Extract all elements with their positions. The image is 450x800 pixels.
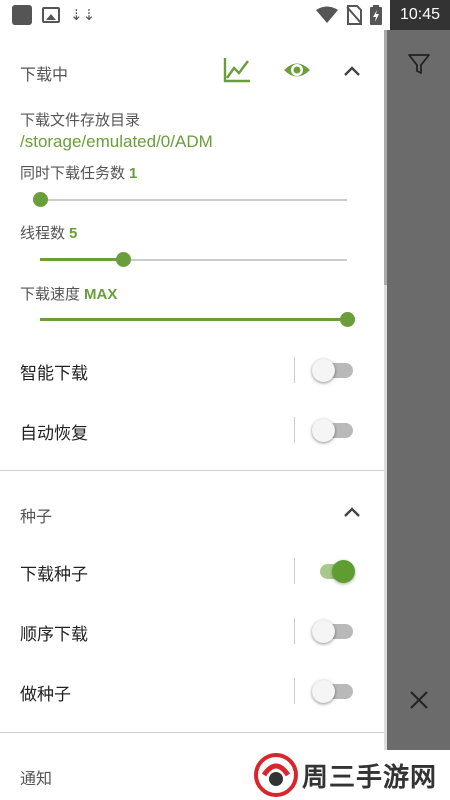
section-title-notify: 通知: [20, 771, 53, 788]
slider-fill: [40, 318, 347, 321]
chart-icon[interactable]: [223, 56, 251, 84]
seed-row[interactable]: 做种子: [0, 672, 384, 712]
folder-path[interactable]: /storage/emulated/0/ADM: [20, 132, 213, 152]
row-separator: [294, 558, 295, 584]
download-torrent-label: 下载种子: [20, 565, 88, 584]
battery-icon: [369, 5, 382, 25]
image-icon: [42, 7, 60, 23]
slider-thumb[interactable]: [115, 252, 131, 267]
toggle-knob: [312, 620, 335, 643]
clock: 10:45: [389, 0, 450, 30]
sequential-download-row[interactable]: 顺序下载: [0, 612, 384, 652]
auto-resume-label: 自动恢复: [20, 424, 88, 443]
settings-drawer: 下载中 下载文件存放目录 /storage/emulated/0/ADM 同时下…: [0, 30, 384, 800]
slider-rail: [40, 199, 347, 201]
section-title-downloading: 下载中: [20, 67, 69, 84]
tasks-label: 同时下载任务数 1: [20, 162, 137, 183]
folder-label: 下载文件存放目录: [20, 112, 141, 129]
row-separator: [294, 357, 295, 383]
close-icon[interactable]: [407, 688, 431, 712]
slider-thumb[interactable]: [33, 192, 48, 207]
scrim-overlay[interactable]: [387, 30, 450, 750]
sequential-download-label: 顺序下载: [20, 625, 88, 644]
threads-slider[interactable]: [40, 250, 347, 270]
slider-fill: [40, 258, 123, 261]
no-sim-icon: [346, 5, 362, 25]
status-bar: ⇣⇣ 10:45: [0, 0, 450, 30]
auto-resume-toggle[interactable]: [312, 419, 354, 443]
speed-slider[interactable]: [40, 310, 355, 330]
section-title-torrent: 种子: [20, 509, 53, 526]
row-separator: [294, 417, 295, 443]
app-icon: [12, 5, 32, 25]
section-divider: [0, 470, 384, 471]
threads-label: 线程数 5: [20, 222, 77, 243]
wifi-icon: [315, 6, 338, 23]
tasks-label-text: 同时下载任务数: [20, 165, 126, 182]
auto-resume-row[interactable]: 自动恢复: [0, 411, 384, 451]
download-icon: ⇣⇣: [70, 6, 96, 24]
download-torrent-toggle[interactable]: [312, 560, 355, 584]
smart-download-row[interactable]: 智能下载: [0, 351, 384, 391]
toggle-knob: [312, 680, 335, 703]
toggle-knob: [312, 359, 335, 382]
toggle-knob: [332, 560, 355, 583]
tasks-value: 1: [129, 165, 138, 182]
toggle-knob: [312, 419, 335, 442]
chevron-up-icon[interactable]: [341, 60, 363, 82]
sequential-download-toggle[interactable]: [312, 620, 354, 644]
smart-download-toggle[interactable]: [312, 359, 354, 383]
seed-label: 做种子: [20, 685, 71, 704]
chevron-up-icon[interactable]: [341, 501, 363, 523]
speed-label-text: 下载速度: [20, 286, 81, 303]
watermark-logo: [254, 753, 298, 797]
watermark-text: 周三手游网: [302, 762, 438, 793]
speed-value: MAX: [84, 286, 118, 303]
eye-icon[interactable]: [283, 56, 311, 84]
download-torrent-row[interactable]: 下载种子: [0, 552, 384, 592]
row-separator: [294, 678, 295, 704]
watermark: 周三手游网: [254, 752, 438, 798]
tasks-slider[interactable]: [33, 190, 347, 210]
threads-value: 5: [69, 225, 78, 242]
section-divider: [0, 732, 384, 733]
row-separator: [294, 618, 295, 644]
filter-icon[interactable]: [407, 52, 431, 76]
threads-label-text: 线程数: [20, 225, 66, 242]
speed-label: 下载速度 MAX: [20, 283, 117, 304]
smart-download-label: 智能下载: [20, 364, 88, 383]
seed-toggle[interactable]: [312, 680, 354, 704]
slider-thumb[interactable]: [340, 312, 355, 327]
